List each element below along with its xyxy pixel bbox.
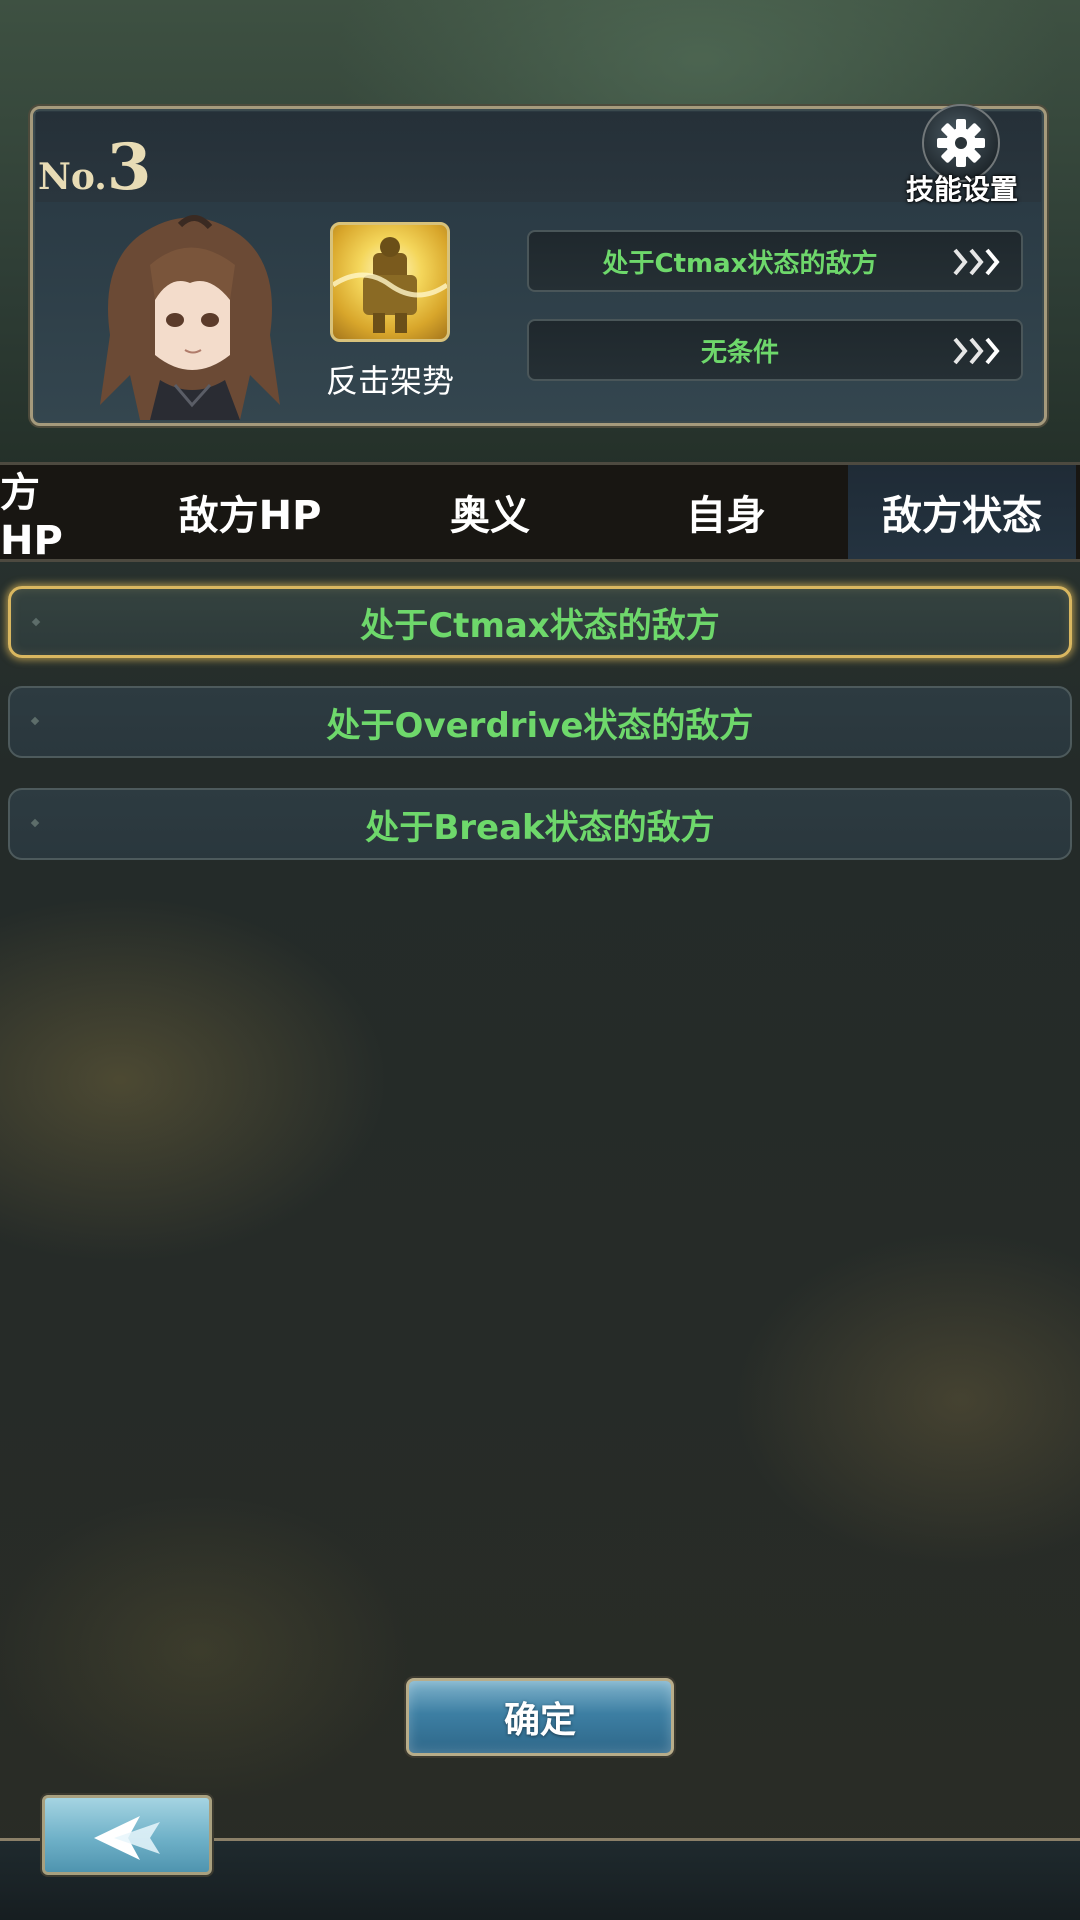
tab-label: 方HP (0, 470, 63, 564)
category-tabs: 方HP 敌方HP 奥义 自身 敌方状态 (0, 462, 1080, 564)
option-break[interactable]: 处于Break状态的敌方 (8, 788, 1072, 860)
back-button[interactable] (42, 1795, 212, 1875)
tab-self[interactable]: 自身 (626, 465, 826, 559)
card-header-band (36, 112, 1041, 202)
slot-number: No.3 (38, 130, 151, 205)
skill-settings-label: 技能设置 (905, 173, 1018, 206)
tab-label: 敌方状态 (882, 493, 1042, 539)
confirm-label: 确定 (503, 1700, 576, 1741)
skill-name: 反击架势 (325, 362, 454, 400)
screen: No.3 反击架势 处于Ctmax状态的敌方 无条件 技能设置 方HP 敌方HP… (0, 0, 1080, 1920)
tab-ally-hp[interactable]: 方HP (0, 465, 100, 564)
option-bullet (30, 818, 40, 828)
triple-chevron-right-icon (953, 337, 1000, 365)
confirm-button[interactable]: 确定 (406, 1678, 674, 1756)
option-bullet (30, 716, 40, 726)
tab-label: 自身 (686, 493, 766, 539)
option-overdrive[interactable]: 处于Overdrive状态的敌方 (8, 686, 1072, 758)
skill-icon[interactable] (330, 222, 450, 342)
tab-enemy-status[interactable]: 敌方状态 (848, 465, 1076, 559)
condition-button-2[interactable]: 无条件 (527, 319, 1023, 381)
tab-ougi[interactable]: 奥义 (390, 465, 590, 559)
condition-label-1: 处于Ctmax状态的敌方 (602, 248, 878, 279)
tab-label: 敌方HP (178, 493, 322, 539)
tab-enemy-hp[interactable]: 敌方HP (150, 465, 350, 559)
slot-number-value: 3 (106, 130, 152, 205)
option-bullet (31, 617, 41, 627)
triple-chevron-right-icon (953, 248, 1000, 276)
character-portrait (80, 205, 300, 420)
condition-label-2: 无条件 (700, 337, 779, 368)
skill-settings-button[interactable]: 技能设置 (902, 104, 1022, 206)
back-arrow-icon (94, 1816, 160, 1860)
option-label: 处于Overdrive状态的敌方 (326, 705, 754, 746)
tab-label: 奥义 (450, 493, 530, 539)
option-ctmax[interactable]: 处于Ctmax状态的敌方 (8, 586, 1072, 658)
condition-button-1[interactable]: 处于Ctmax状态的敌方 (527, 230, 1023, 292)
option-label: 处于Ctmax状态的敌方 (360, 605, 720, 646)
slot-number-prefix: No. (38, 156, 107, 198)
option-label: 处于Break状态的敌方 (365, 807, 715, 848)
